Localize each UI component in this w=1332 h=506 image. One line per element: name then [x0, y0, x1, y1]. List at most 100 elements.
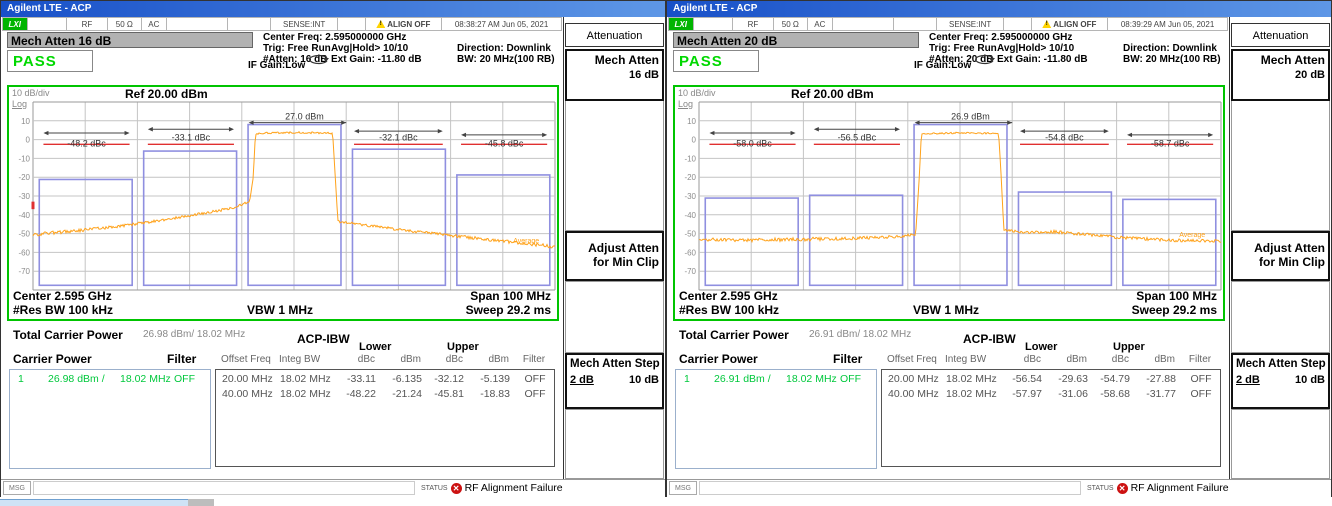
col-upper-dbc: dBc — [427, 354, 469, 365]
msg-box: MSG — [669, 481, 697, 495]
upper-group-header: Upper — [1113, 341, 1145, 353]
svg-text:-60: -60 — [18, 248, 30, 257]
upper-dbm-value: -27.88 — [1136, 373, 1182, 385]
svg-text:0: 0 — [692, 136, 697, 145]
carrier-ibw-value: 18.02 MHz — [120, 373, 171, 385]
title-bar: Agilent LTE - ACP — [1, 1, 665, 17]
svg-text:Average: Average — [1179, 232, 1205, 239]
info-direction: Direction: Downlink — [457, 43, 551, 54]
col-lower-dbc: dBc — [1005, 354, 1047, 365]
step-2db-option[interactable]: 2 dB — [570, 374, 594, 386]
scale-label: 10 dB/div — [12, 88, 50, 98]
offset-freq-value: 40.00 MHz — [216, 388, 280, 400]
status-error-icon: ✕ — [451, 483, 462, 494]
timestamp: 08:39:29 AM Jun 05, 2021 — [1108, 17, 1228, 31]
sweep-label: Sweep 29.2 ms — [1132, 303, 1217, 317]
status-label: STATUS — [1087, 485, 1114, 492]
offset-freq-value: 20.00 MHz — [882, 373, 946, 385]
total-carrier-power-value: 26.98 dBm/ 18.02 MHz — [143, 329, 245, 340]
adjust-atten-button[interactable]: Adjust Atten for Min Clip — [565, 231, 664, 281]
lower-dbc-value: -33.11 — [340, 373, 382, 385]
step-10db-option[interactable]: 10 dB — [629, 374, 659, 386]
if-gain-label: IF Gain:Low — [248, 60, 305, 71]
continuous-sweep-icon — [972, 53, 996, 71]
svg-text:-50: -50 — [18, 230, 30, 239]
svg-text:27.0 dBm: 27.0 dBm — [285, 111, 324, 121]
strip-spacer — [167, 17, 228, 31]
mech-atten-value: 20 dB — [1236, 69, 1325, 81]
mech-atten-step-button[interactable]: Mech Atten Step 2 dB 10 dB — [565, 353, 664, 409]
strip-spacer — [833, 17, 894, 31]
carrier-power-value: 26.98 dBm / — [48, 373, 105, 385]
step-10db-option[interactable]: 10 dB — [1295, 374, 1325, 386]
mech-atten-button[interactable]: Mech Atten 16 dB — [565, 49, 664, 101]
svg-text:-48.2 dBc: -48.2 dBc — [67, 139, 106, 149]
acp-table-header: Offset Freq Integ BW dBc dBm dBc dBm Fil… — [881, 354, 1221, 365]
col-offset-freq: Offset Freq — [881, 354, 945, 365]
svg-text:-58.0 dBc: -58.0 dBc — [733, 139, 772, 149]
filter-value: OFF — [516, 373, 554, 385]
adjust-atten-line1: Adjust Atten — [570, 241, 659, 255]
info-bw: BW: 20 MHz(100 RB) — [1123, 54, 1221, 65]
carrier-power-list: 1 26.98 dBm / 18.02 MHz OFF — [9, 369, 211, 469]
total-carrier-power-label: Total Carrier Power — [679, 328, 789, 342]
lower-dbc-value: -48.22 — [340, 388, 382, 400]
strip-spacer — [694, 17, 733, 31]
upper-dbm-value: -18.83 — [470, 388, 516, 400]
lower-dbc-value: -56.54 — [1006, 373, 1048, 385]
scale-label: 10 dB/div — [678, 88, 716, 98]
acp-row-20mhz: 20.00 MHz 18.02 MHz -56.54 -29.63 -54.79… — [882, 373, 1220, 385]
measurement-banner: Mech Atten 16 dB — [7, 32, 253, 48]
svg-text:-40: -40 — [684, 211, 696, 220]
menu-slot-empty — [565, 409, 664, 479]
spectrum-graph: 10 dB/div Log Ref 20.00 dBm 100-10-20-30… — [7, 85, 559, 321]
step-2db-option[interactable]: 2 dB — [1236, 374, 1260, 386]
total-carrier-power-label: Total Carrier Power — [13, 328, 123, 342]
pass-badge: PASS — [7, 50, 93, 72]
align-warning: ! ALIGN OFF — [1032, 17, 1109, 31]
message-area — [33, 481, 415, 495]
center-freq-label: Center 2.595 GHz — [679, 289, 778, 303]
filter-value: OFF — [1182, 373, 1220, 385]
message-status-bar: MSG STATUS ✕ RF Alignment Failure — [667, 479, 1331, 498]
col-lower-dbm: dBm — [381, 354, 427, 365]
col-filter: Filter — [1181, 354, 1219, 365]
background-window-block — [188, 499, 214, 506]
align-warning-label: ALIGN OFF — [1053, 20, 1096, 29]
carrier-index: 1 — [18, 373, 24, 385]
status-text: RF Alignment Failure — [1131, 482, 1229, 494]
warning-icon: ! — [1042, 20, 1051, 28]
info-direction: Direction: Downlink — [1123, 43, 1217, 54]
filter-value: OFF — [516, 388, 554, 400]
info-center-freq: Center Freq: 2.595000000 GHz — [263, 32, 406, 43]
filter-value: OFF — [1182, 388, 1220, 400]
spectrum-plot: 100-10-20-30-40-50-60-70Average-48.2 dBc… — [9, 101, 557, 291]
mech-atten-label: Mech Atten — [570, 53, 659, 67]
vbw-label: VBW 1 MHz — [913, 303, 979, 317]
svg-text:0: 0 — [26, 136, 31, 145]
integ-bw-value: 18.02 MHz — [280, 388, 340, 400]
msg-box: MSG — [3, 481, 31, 495]
menu-title-attenuation: Attenuation — [565, 23, 664, 47]
svg-text:-32.1 dBc: -32.1 dBc — [379, 133, 418, 143]
acp-row-40mhz: 40.00 MHz 18.02 MHz -57.97 -31.06 -58.68… — [882, 388, 1220, 400]
sense-indicator: SENSE:INT — [271, 17, 338, 31]
adjust-atten-line2: for Min Clip — [570, 255, 659, 269]
svg-text:-20: -20 — [684, 173, 696, 182]
svg-text:-58.7 dBc: -58.7 dBc — [1151, 139, 1190, 149]
filter-header: Filter — [833, 352, 862, 366]
info-ext-gain: Ext Gain: -11.80 dB — [997, 54, 1088, 65]
svg-text:-70: -70 — [18, 267, 30, 276]
mech-atten-value: 16 dB — [570, 69, 659, 81]
svg-text:-33.1 dBc: -33.1 dBc — [172, 133, 211, 143]
if-gain-label: IF Gain:Low — [914, 60, 971, 71]
adjust-atten-button[interactable]: Adjust Atten for Min Clip — [1231, 231, 1330, 281]
col-upper-dbc: dBc — [1093, 354, 1135, 365]
svg-text:-45.8 dBc: -45.8 dBc — [485, 139, 524, 149]
mech-atten-button[interactable]: Mech Atten 20 dB — [1231, 49, 1330, 101]
mech-atten-step-button[interactable]: Mech Atten Step 2 dB 10 dB — [1231, 353, 1330, 409]
menu-slot-empty — [565, 101, 664, 231]
lower-dbm-value: -6.135 — [382, 373, 428, 385]
upper-dbc-value: -32.12 — [428, 373, 470, 385]
impedance-indicator: 50 Ω — [108, 17, 141, 31]
